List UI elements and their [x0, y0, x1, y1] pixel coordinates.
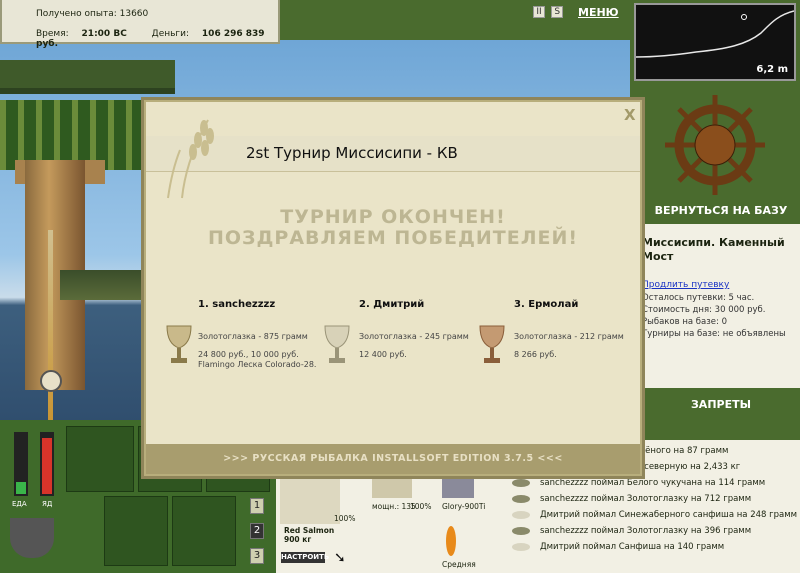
log-row: sanchezzzz поймал Белого чукучана на 114… — [512, 478, 797, 493]
log-row: sanchezzzz поймал Золотоглазку на 712 гр… — [512, 494, 797, 509]
tackle-box-slot[interactable] — [66, 426, 134, 492]
winner-prize: 12 400 руб. — [359, 350, 407, 359]
winner-1: 1. sanchezzzz Золотоглазка - 875 грамм 2… — [198, 299, 348, 369]
reel-icon[interactable] — [372, 476, 412, 498]
fish-icon — [512, 526, 530, 535]
return-to-base-button[interactable]: ВЕРНУТЬСЯ НА БАЗУ — [642, 200, 800, 222]
bait-name: Red Salmon — [284, 526, 335, 535]
rod-icon[interactable] — [280, 478, 340, 524]
slot-button-1[interactable]: 1 — [250, 498, 264, 514]
fish-icon — [512, 494, 530, 503]
bridge-deck — [0, 60, 175, 94]
money-label: Деньги: — [151, 29, 190, 39]
groundbait-slot[interactable] — [104, 496, 168, 566]
poison-label: ЯД — [42, 500, 53, 508]
base-info-panel: Миссисипи. Каменный Мост Продлить путевк… — [640, 224, 800, 388]
ship-wheel-icon[interactable] — [640, 90, 790, 200]
winner-catch: Золотоглазка - 245 грамм — [359, 332, 469, 341]
dialog-footer: >>> РУССКАЯ РЫБАЛКА INSTALLSOFT EDITION … — [146, 444, 640, 474]
time-money-row: Время: 21:00 ВС Деньги: 106 296 839 руб. — [36, 29, 278, 49]
menu-button[interactable]: МЕНЮ — [578, 6, 619, 19]
winner-catch: Золотоглазка - 212 грамм — [514, 332, 624, 341]
float-marker — [741, 14, 747, 20]
food-label: ЕДА — [12, 500, 27, 508]
fish-icon — [512, 510, 530, 519]
depth-map: 6,2 m — [634, 3, 796, 81]
poison-gauge — [40, 432, 54, 496]
line-name: Glory-900Ti — [442, 502, 486, 511]
cauldron-icon[interactable] — [10, 518, 54, 558]
rod-reel[interactable] — [40, 370, 62, 392]
winner-extra: Flamingo Леска Colorado-28. — [198, 360, 317, 369]
experience-row: Получено опыта: 13660 — [36, 9, 148, 19]
experience-label: Получено опыта: — [36, 9, 117, 19]
depth-value: 6,2 m — [756, 64, 788, 75]
winner-prize: 8 266 руб. — [514, 350, 557, 359]
dialog-title: 2st Турнир Миссисипи - КВ — [246, 144, 458, 162]
rod-percent: 100% — [334, 514, 356, 523]
base-stat: Рыбаков на базе: 0 — [642, 317, 727, 327]
extend-pass-link[interactable]: Продлить путевку — [642, 280, 729, 290]
line-spool-icon[interactable] — [442, 476, 474, 498]
lure-icon[interactable] — [446, 526, 456, 556]
setup-button[interactable]: НАСТРОИТЬ — [281, 552, 329, 563]
winner-catch: Золотоглазка - 875 грамм — [198, 332, 308, 341]
money-value: 106 296 839 руб. — [36, 29, 265, 49]
bans-button[interactable]: ЗАПРЕТЫ — [642, 394, 800, 416]
gold-cup-icon — [166, 325, 192, 363]
winner-2: 2. Дмитрий Золотоглазка - 245 грамм 12 4… — [359, 299, 509, 359]
food-level — [16, 481, 26, 494]
sound-icon[interactable]: S — [551, 6, 564, 18]
lure-size: Средняя — [442, 560, 476, 569]
winner-3: 3. Ермолай Золотоглазка - 212 грамм 8 26… — [514, 299, 664, 359]
fish-icon — [512, 542, 530, 551]
bucket-slot[interactable] — [172, 496, 236, 566]
silver-cup-icon — [324, 325, 350, 363]
pause-icon[interactable]: II — [533, 6, 545, 18]
base-stat: Турниры на базе: не объявлены — [642, 329, 786, 339]
player-info-panel: Получено опыта: 13660 Время: 21:00 ВС Де… — [0, 0, 280, 49]
food-gauge — [14, 432, 28, 496]
fish-icon — [512, 478, 530, 487]
time-label: Время: — [36, 29, 69, 39]
wheat-icon — [167, 119, 214, 199]
slot-button-3[interactable]: 3 — [250, 548, 264, 564]
poison-level — [42, 438, 52, 494]
arrow-icon: ➘ — [334, 550, 346, 566]
winner-name: 2. Дмитрий — [359, 299, 425, 310]
location-title: Миссисипи. Каменный Мост — [642, 236, 785, 263]
slot-button-2[interactable]: 2 — [250, 523, 264, 539]
log-row: sanchezzzz поймал Золотоглазку на 396 гр… — [512, 526, 797, 541]
time-value: 21:00 ВС — [81, 29, 127, 39]
close-button[interactable]: X — [624, 106, 636, 124]
reel-percent: 100% — [410, 502, 432, 511]
fishing-rod[interactable] — [48, 230, 53, 430]
bronze-cup-icon — [479, 325, 505, 363]
heading-line-1: ТУРНИР ОКОНЧЕН! — [280, 206, 506, 228]
winner-name: 3. Ермолай — [514, 299, 579, 310]
winner-name: 1. sanchezzzz — [198, 299, 276, 310]
log-row: Дмитрий поймал Санфиша на 140 грамм — [512, 542, 797, 557]
experience-value: 13660 — [119, 9, 149, 19]
winner-prize: 24 800 руб., 10 000 руб. — [198, 350, 299, 359]
tournament-results-dialog: 2st Турнир Миссисипи - КВ X ТУРНИР ОКОНЧ… — [144, 100, 642, 476]
log-row: Дмитрий поймал Синежаберного санфиша на … — [512, 510, 797, 525]
heading-line-2: ПОЗДРАВЛЯЕМ ПОБЕДИТЕЛЕЙ! — [207, 227, 579, 249]
bait-weight: 900 кг — [284, 535, 312, 544]
